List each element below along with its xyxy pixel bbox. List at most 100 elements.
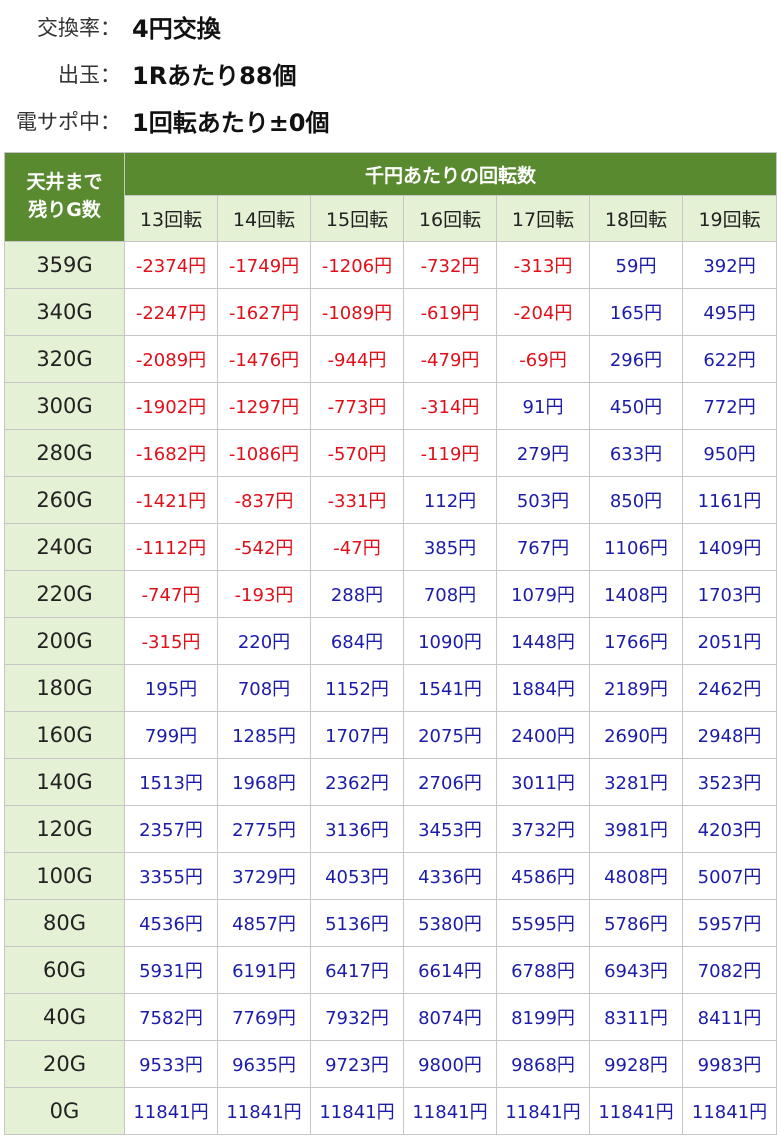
- table-cell: 1161円: [681, 476, 777, 524]
- table-cell: -1206円: [310, 241, 404, 289]
- table-cell: 1513円: [124, 758, 218, 806]
- table-cell: -1682円: [124, 429, 218, 477]
- table-cell: 9800円: [403, 1040, 497, 1088]
- table-cell: 450円: [589, 382, 683, 430]
- table-cell: 684円: [310, 617, 404, 665]
- table-cell: 11841円: [681, 1087, 777, 1135]
- exchange-rate-value: 4円交換: [132, 15, 221, 43]
- table-cell: -944円: [310, 335, 404, 383]
- table-cell: -2374円: [124, 241, 218, 289]
- table-cell: 708円: [217, 664, 311, 712]
- table-cell: 5931円: [124, 946, 218, 994]
- table-cell: 2775円: [217, 805, 311, 853]
- table-cell: -119円: [403, 429, 497, 477]
- corner-label-line1: 天井まで: [26, 171, 103, 194]
- table-cell: -193円: [217, 570, 311, 618]
- payout-label: 出玉：: [58, 63, 121, 87]
- row-header: 0G: [4, 1087, 125, 1135]
- table-cell: 5007円: [681, 852, 777, 900]
- table-cell: -747円: [124, 570, 218, 618]
- table-cell: 9983円: [681, 1040, 777, 1088]
- table-cell: 165円: [589, 288, 683, 336]
- table-cell: 4857円: [217, 899, 311, 947]
- table-cell: 2357円: [124, 805, 218, 853]
- table-cell: 1707円: [310, 711, 404, 759]
- table-cell: 7769円: [217, 993, 311, 1041]
- table-cell: 7932円: [310, 993, 404, 1041]
- table-cell: -2089円: [124, 335, 218, 383]
- table-cell: 3729円: [217, 852, 311, 900]
- table-cell: -570円: [310, 429, 404, 477]
- table-cell: 2462円: [681, 664, 777, 712]
- table-cell: 1448円: [496, 617, 590, 665]
- remaining-games-header: 天井まで 残りG数: [4, 152, 125, 242]
- table-cell: 3981円: [589, 805, 683, 853]
- table-cell: 4808円: [589, 852, 683, 900]
- table-cell: 9928円: [589, 1040, 683, 1088]
- table-cell: -1086円: [217, 429, 311, 477]
- table-row: 200G -315円 220円 684円 1090円 1448円 1766円 2051円: [4, 617, 777, 665]
- table-cell: -331円: [310, 476, 404, 524]
- table-cell: 392円: [681, 241, 777, 289]
- table-cell: 296円: [589, 335, 683, 383]
- table-cell: 112円: [403, 476, 497, 524]
- table-cell: 3732円: [496, 805, 590, 853]
- table-cell: -1112円: [124, 523, 218, 571]
- table-cell: 708円: [403, 570, 497, 618]
- table-cell: 4336円: [403, 852, 497, 900]
- table-cell: 3355円: [124, 852, 218, 900]
- table-cell: 1079円: [496, 570, 590, 618]
- table-cell: 633円: [589, 429, 683, 477]
- table-cell: 772円: [681, 382, 777, 430]
- table-cell: -69円: [496, 335, 590, 383]
- exchange-rate-label: 交換率：: [37, 16, 121, 40]
- row-header: 20G: [4, 1040, 125, 1088]
- table-cell: 1106円: [589, 523, 683, 571]
- table-cell: 6191円: [217, 946, 311, 994]
- column-header: 18回転: [589, 195, 683, 242]
- row-header: 300G: [4, 382, 125, 430]
- table-cell: 8199円: [496, 993, 590, 1041]
- column-header: 19回転: [681, 195, 777, 242]
- table-cell: -1476円: [217, 335, 311, 383]
- table-cell: 2075円: [403, 711, 497, 759]
- table-cell: 288円: [310, 570, 404, 618]
- column-header: 17回転: [496, 195, 590, 242]
- table-cell: 2189円: [589, 664, 683, 712]
- table-cell: 4586円: [496, 852, 590, 900]
- row-header: 220G: [4, 570, 125, 618]
- table-cell: -2247円: [124, 288, 218, 336]
- table-cell: 11841円: [496, 1087, 590, 1135]
- table-row: 100G 3355円 3729円 4053円 4336円 4586円 4808円 5007円: [4, 852, 777, 900]
- table-row: 280G -1682円 -1086円 -570円 -119円 279円 633円 950円: [4, 429, 777, 477]
- table-cell: 11841円: [217, 1087, 311, 1135]
- table-cell: 2400円: [496, 711, 590, 759]
- table-cell: -1421円: [124, 476, 218, 524]
- table-cell: 1703円: [681, 570, 777, 618]
- row-header: 260G: [4, 476, 125, 524]
- row-header: 40G: [4, 993, 125, 1041]
- table-cell: -479円: [403, 335, 497, 383]
- table-row: 180G 195円 708円 1152円 1541円 1884円 2189円 2462円: [4, 664, 777, 712]
- table-cell: 5136円: [310, 899, 404, 947]
- table-cell: 11841円: [403, 1087, 497, 1135]
- table-cell: 767円: [496, 523, 590, 571]
- table-cell: 9868円: [496, 1040, 590, 1088]
- table-row: 160G 799円 1285円 1707円 2075円 2400円 2690円 2948円: [4, 711, 777, 759]
- table-cell: 91円: [496, 382, 590, 430]
- table-cell: -542円: [217, 523, 311, 571]
- table-cell: 9635円: [217, 1040, 311, 1088]
- table-cell: 9723円: [310, 1040, 404, 1088]
- table-cell: 3523円: [681, 758, 777, 806]
- table-cell: 1285円: [217, 711, 311, 759]
- table-cell: 1408円: [589, 570, 683, 618]
- table-cell: 5957円: [681, 899, 777, 947]
- table-cell: 2706円: [403, 758, 497, 806]
- table-cell: 279円: [496, 429, 590, 477]
- payout-row: 出玉： 1Rあたり88個: [0, 53, 777, 93]
- table-cell: -204円: [496, 288, 590, 336]
- table-cell: -837円: [217, 476, 311, 524]
- table-cell: 7082円: [681, 946, 777, 994]
- group-header-row: 天井まで 残りG数 千円あたりの回転数: [4, 152, 777, 242]
- table-cell: 2948円: [681, 711, 777, 759]
